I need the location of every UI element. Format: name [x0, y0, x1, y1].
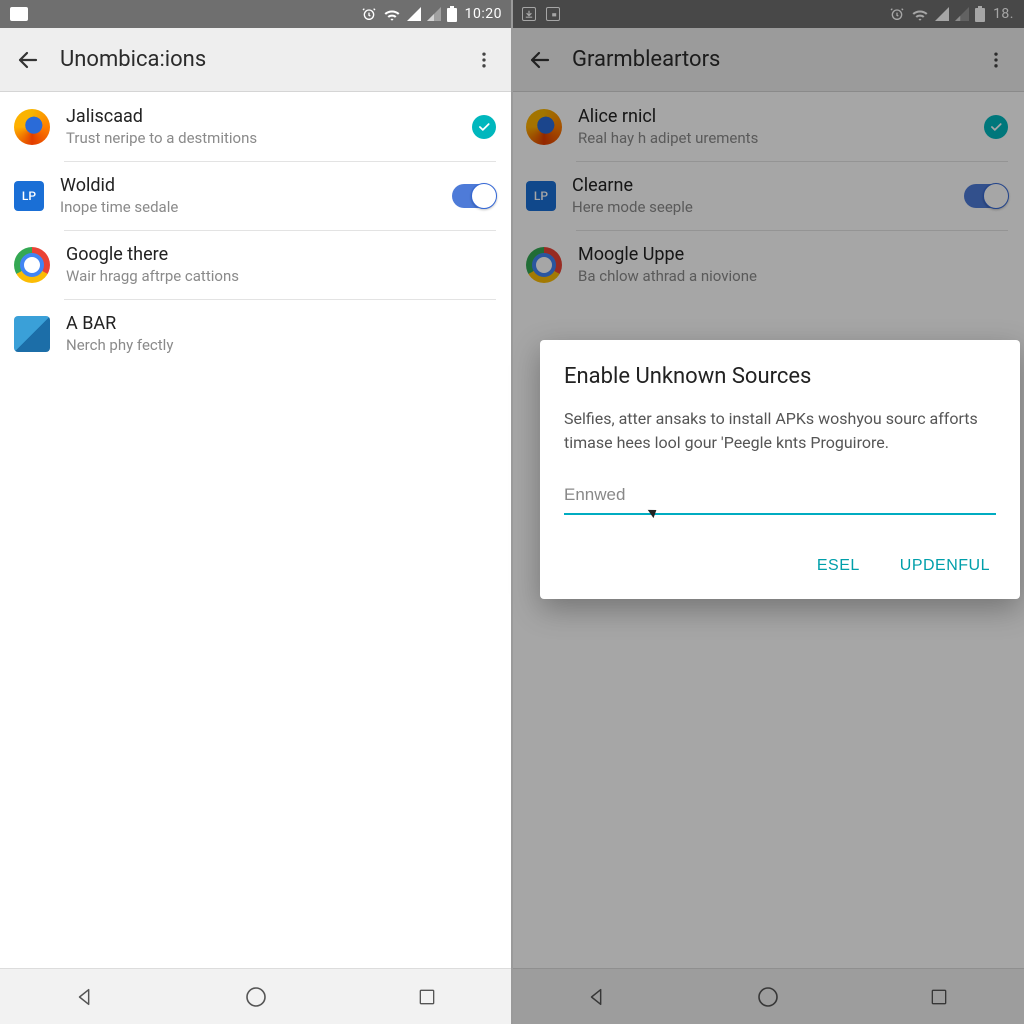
battery-icon	[447, 6, 457, 22]
status-bar-right: 18.	[512, 0, 1024, 28]
left-screen: 10:20 Unombica:ions Jaliscaad Trust neri…	[0, 0, 512, 1024]
app-icon	[14, 316, 50, 352]
item-title: Jaliscaad	[66, 106, 464, 127]
nav-home-button[interactable]	[236, 977, 276, 1017]
signal-icon	[955, 7, 969, 21]
app-icon: LP	[526, 181, 556, 211]
item-subtitle: Trust neripe to a destmitions	[66, 129, 464, 147]
wifi-icon	[383, 7, 401, 21]
list-item[interactable]: A BAR Nerch phy fectly	[0, 299, 512, 368]
item-title: Alice rnicl	[578, 106, 976, 127]
confirm-button[interactable]: UPDENFUL	[894, 547, 996, 585]
status-bar-left: 10:20	[0, 0, 512, 28]
page-title: Unombica:ions	[60, 47, 464, 72]
dialog-actions: ESEL UPDENFUL	[564, 547, 996, 585]
list-item[interactable]: Jaliscaad Trust neripe to a destmitions	[0, 92, 512, 161]
item-title: A BAR	[66, 313, 496, 334]
overflow-menu-button[interactable]	[464, 40, 504, 80]
page-title: Grarmbleartors	[572, 47, 976, 72]
nav-back-button[interactable]	[65, 977, 105, 1017]
alarm-icon	[361, 6, 377, 22]
check-icon	[472, 115, 496, 139]
item-subtitle: Wair hragg aftrpe cattions	[66, 267, 496, 285]
notification-icon	[10, 7, 28, 21]
list-item[interactable]: Moogle Uppe Ba chlow athrad a niovione	[512, 230, 1024, 299]
status-time: 10:20	[465, 6, 502, 22]
app-bar-right: Grarmbleartors	[512, 28, 1024, 92]
toggle-switch[interactable]	[964, 184, 1008, 208]
firefox-icon	[14, 109, 50, 145]
app-icon: LP	[14, 181, 44, 211]
app-bar-left: Unombica:ions	[0, 28, 512, 92]
item-subtitle: Real hay h adipet urements	[578, 129, 976, 147]
firefox-icon	[526, 109, 562, 145]
item-title: Woldid	[60, 175, 444, 196]
app-icon-text: LP	[534, 189, 548, 203]
cancel-button[interactable]: ESEL	[811, 547, 866, 585]
item-title: Clearne	[572, 175, 956, 196]
item-subtitle: Ba chlow athrad a niovione	[578, 267, 1008, 285]
list-item[interactable]: LP Clearne Here mode seeple	[512, 161, 1024, 230]
download-icon	[522, 7, 536, 21]
nav-recents-button[interactable]	[919, 977, 959, 1017]
back-button[interactable]	[8, 40, 48, 80]
chrome-icon	[526, 247, 562, 283]
battery-icon	[975, 6, 985, 22]
signal-icon	[407, 7, 421, 21]
chrome-icon	[14, 247, 50, 283]
pip-icon	[546, 7, 560, 21]
navigation-bar-left	[0, 968, 512, 1024]
nav-back-button[interactable]	[577, 977, 617, 1017]
alarm-icon	[889, 6, 905, 22]
settings-list-left: Jaliscaad Trust neripe to a destmitions …	[0, 92, 512, 968]
dialog-body: Selfies, atter ansaks to install APKs wo…	[564, 407, 996, 455]
back-button[interactable]	[520, 40, 560, 80]
item-subtitle: Nerch phy fectly	[66, 336, 496, 354]
list-item[interactable]: Google there Wair hragg aftrpe cattions	[0, 230, 512, 299]
item-title: Moogle Uppe	[578, 244, 1008, 265]
toggle-switch[interactable]	[452, 184, 496, 208]
signal-icon	[935, 7, 949, 21]
wifi-icon	[911, 7, 929, 21]
navigation-bar-right	[512, 968, 1024, 1024]
dialog-input[interactable]	[564, 481, 996, 515]
list-item[interactable]: Alice rnicl Real hay h adipet urements	[512, 92, 1024, 161]
app-icon-text: LP	[22, 189, 36, 203]
nav-recents-button[interactable]	[407, 977, 447, 1017]
check-icon	[984, 115, 1008, 139]
item-title: Google there	[66, 244, 496, 265]
dialog-title: Enable Unknown Sources	[564, 364, 996, 389]
enable-unknown-sources-dialog: Enable Unknown Sources Selfies, atter an…	[540, 340, 1020, 599]
nav-home-button[interactable]	[748, 977, 788, 1017]
list-item[interactable]: LP Woldid Inope time sedale	[0, 161, 512, 230]
screen-divider	[511, 0, 513, 1024]
status-time: 18.	[993, 6, 1014, 22]
right-screen: 18. Grarmbleartors Alice rnicl Real hay …	[512, 0, 1024, 1024]
signal-icon	[427, 7, 441, 21]
item-subtitle: Here mode seeple	[572, 198, 956, 216]
item-subtitle: Inope time sedale	[60, 198, 444, 216]
overflow-menu-button[interactable]	[976, 40, 1016, 80]
